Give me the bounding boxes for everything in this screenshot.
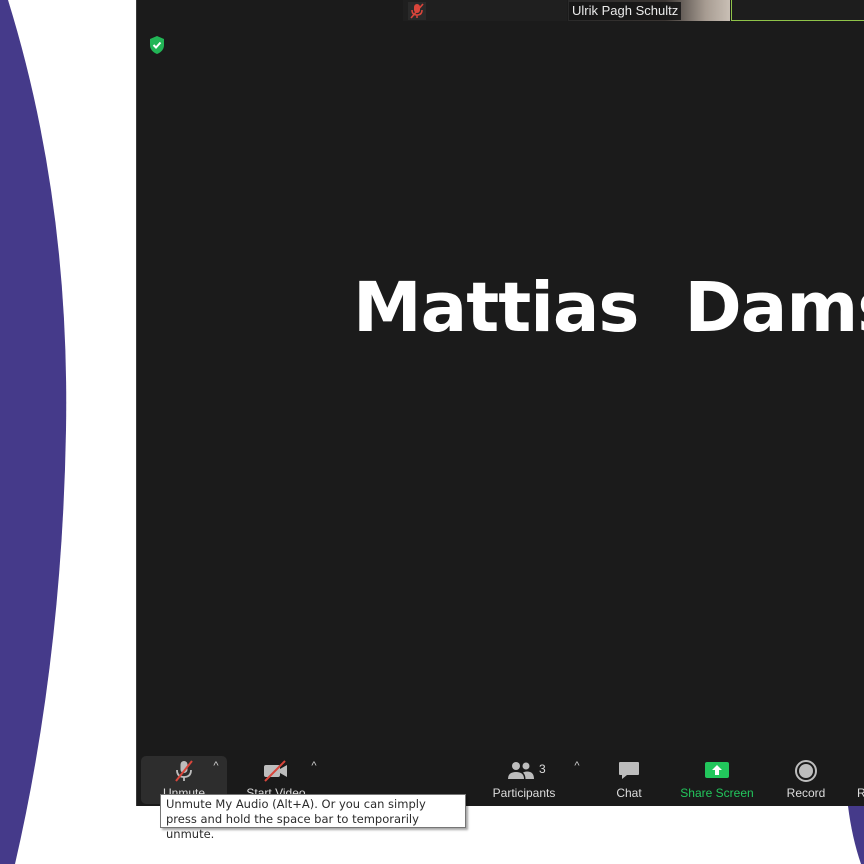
shield-check-icon[interactable]	[147, 34, 167, 56]
participants-count: 3	[539, 762, 546, 776]
record-label: Record	[786, 786, 826, 800]
participants-button[interactable]: 3 Participants	[489, 750, 559, 806]
participant-thumbnail-active[interactable]	[731, 0, 864, 21]
record-button[interactable]: Record	[777, 750, 835, 806]
people-icon	[508, 762, 534, 779]
reactions-button[interactable]: R	[857, 750, 864, 806]
microphone-off-icon	[175, 760, 193, 782]
participant-thumbnail-strip: Ulrik Pagh Schultz	[137, 0, 864, 22]
zoom-meeting-window: Ulrik Pagh Schultz Mattias Damsga Unmute…	[136, 0, 864, 806]
unmute-tooltip: Unmute My Audio (Alt+A). Or you can simp…	[160, 794, 466, 841]
microphone-off-icon	[408, 2, 426, 20]
share-screen-label: Share Screen	[680, 786, 754, 800]
video-options-caret[interactable]: ^	[307, 760, 321, 772]
participant-name-label: Ulrik Pagh Schultz	[569, 2, 682, 20]
audio-options-caret[interactable]: ^	[209, 760, 223, 772]
record-icon	[795, 760, 817, 782]
participants-options-caret[interactable]: ^	[570, 760, 584, 772]
share-screen-icon	[705, 762, 729, 778]
share-screen-button[interactable]: Share Screen	[677, 750, 757, 806]
reactions-label: R	[857, 786, 864, 800]
participants-label: Participants	[492, 786, 556, 800]
participant-thumbnail[interactable]	[403, 0, 567, 21]
chat-button[interactable]: Chat	[602, 750, 656, 806]
chat-bubble-icon	[619, 762, 639, 779]
chat-label: Chat	[616, 786, 642, 800]
participant-thumbnail[interactable]: Ulrik Pagh Schultz	[568, 0, 730, 21]
active-speaker-name: Mattias Damsga	[353, 268, 864, 348]
video-camera-off-icon	[264, 760, 287, 782]
